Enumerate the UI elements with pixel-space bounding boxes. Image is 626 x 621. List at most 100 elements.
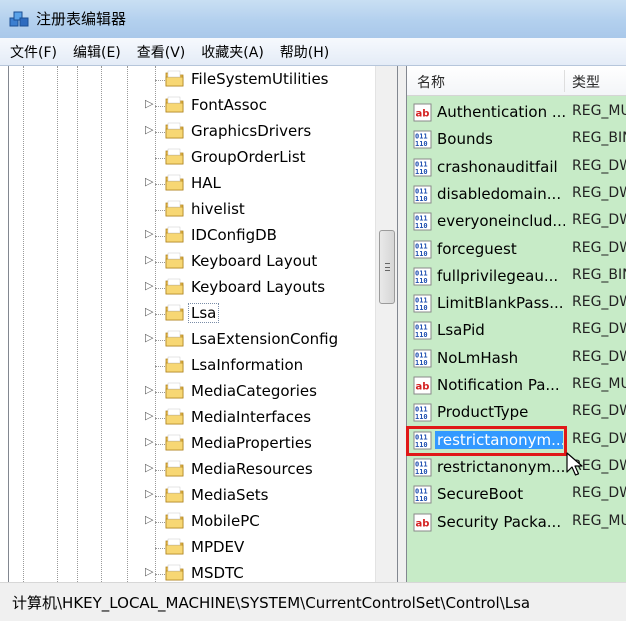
folder-icon xyxy=(165,252,184,269)
expand-arrow-icon[interactable]: ▷ xyxy=(145,305,153,318)
expand-arrow-icon[interactable]: ▷ xyxy=(145,123,153,136)
value-name: ProductType xyxy=(437,403,529,422)
tree-item[interactable]: ▷ MediaResources xyxy=(9,457,375,483)
binary-value-icon: 011110 xyxy=(413,267,432,286)
tree-item[interactable]: ▷ IDConfigDB xyxy=(9,223,375,249)
svg-text:ab: ab xyxy=(416,518,430,529)
value-row[interactable]: 011110 NoLmHash REG_DW xyxy=(407,345,626,372)
value-row[interactable]: 011110 crashonauditfail REG_DW xyxy=(407,154,626,181)
value-row[interactable]: ab Security Packa... REG_MU xyxy=(407,509,626,536)
tree-item[interactable]: hivelist xyxy=(9,197,375,223)
binary-value-icon: 011110 xyxy=(413,212,432,231)
tree-connector-line xyxy=(155,106,165,107)
value-row[interactable]: 011110 fullprivilegeau... REG_BIN xyxy=(407,263,626,290)
svg-text:110: 110 xyxy=(415,304,428,312)
tree-item[interactable]: ▷ MediaCategories xyxy=(9,379,375,405)
pane-splitter[interactable] xyxy=(398,66,406,582)
menu-view[interactable]: 查看(V) xyxy=(131,39,192,65)
binary-value-icon: 011110 xyxy=(413,321,432,340)
expand-arrow-icon[interactable]: ▷ xyxy=(145,383,153,396)
mouse-cursor-icon xyxy=(566,452,583,476)
menu-file[interactable]: 文件(F) xyxy=(4,39,63,65)
value-row[interactable]: ab Authentication ... REG_MU xyxy=(407,99,626,126)
title-bar: 注册表编辑器 xyxy=(0,0,626,38)
tree-item[interactable]: ▷ GraphicsDrivers xyxy=(9,119,375,145)
column-divider[interactable] xyxy=(564,70,565,92)
menu-help[interactable]: 帮助(H) xyxy=(274,39,335,65)
expand-arrow-icon[interactable]: ▷ xyxy=(145,97,153,110)
menu-edit[interactable]: 编辑(E) xyxy=(67,39,127,65)
scrollbar-thumb[interactable] xyxy=(379,230,395,304)
expand-arrow-icon[interactable]: ▷ xyxy=(145,409,153,422)
expand-arrow-icon[interactable]: ▷ xyxy=(145,435,153,448)
value-name: Authentication ... xyxy=(437,103,565,121)
svg-text:110: 110 xyxy=(415,331,428,339)
folder-icon xyxy=(165,408,184,425)
binary-value-icon: 011110 xyxy=(413,349,432,368)
annotation-highlight-value xyxy=(406,426,567,456)
list-header: 名称 类型 xyxy=(407,66,626,96)
tree-item[interactable]: LsaInformation xyxy=(9,353,375,379)
folder-icon xyxy=(165,564,184,581)
tree-item[interactable]: ▷ LsaExtensionConfig xyxy=(9,327,375,353)
expand-arrow-icon[interactable]: ▷ xyxy=(145,279,153,292)
tree-item-label: GroupOrderList xyxy=(191,148,306,166)
tree-item[interactable]: ▷ MediaSets xyxy=(9,483,375,509)
tree-connector-line xyxy=(155,470,165,471)
value-type: REG_DW xyxy=(572,403,626,420)
folder-icon xyxy=(165,382,184,399)
tree-item[interactable]: GroupOrderList xyxy=(9,145,375,171)
value-row[interactable]: 011110 forceguest REG_DW xyxy=(407,236,626,263)
tree-item[interactable]: ▷ MobilePC xyxy=(9,509,375,535)
value-row[interactable]: 011110 ProductType REG_DW xyxy=(407,399,626,426)
value-row[interactable]: 011110 disabledomain... REG_DW xyxy=(407,181,626,208)
expand-arrow-icon[interactable]: ▷ xyxy=(145,565,153,578)
expand-arrow-icon[interactable]: ▷ xyxy=(145,331,153,344)
value-name: LimitBlankPass... xyxy=(437,294,564,313)
value-row[interactable]: ab Notification Pa... REG_MU xyxy=(407,372,626,399)
tree-item[interactable]: ▷ Lsa xyxy=(9,301,375,327)
value-row[interactable]: 011110 SecureBoot REG_DW xyxy=(407,481,626,508)
tree-item-label: MobilePC xyxy=(191,512,260,530)
value-row[interactable]: 011110restrictanonym...REG_DW xyxy=(407,454,626,481)
tree-item-label: FontAssoc xyxy=(191,96,267,114)
menu-bar: 文件(F) 编辑(E) 查看(V) 收藏夹(A) 帮助(H) xyxy=(0,38,626,66)
tree-connector-line xyxy=(155,262,165,263)
tree-item[interactable]: ▷ Keyboard Layouts xyxy=(9,275,375,301)
value-row[interactable]: 011110 everyoneinclud... REG_DW xyxy=(407,208,626,235)
value-type: REG_DW xyxy=(572,239,626,256)
tree-item-label: MediaResources xyxy=(191,460,313,478)
value-type: REG_DW xyxy=(572,485,626,502)
tree-item[interactable]: FileSystemUtilities xyxy=(9,67,375,93)
expand-arrow-icon[interactable]: ▷ xyxy=(145,175,153,188)
value-row[interactable]: 011110 LsaPid REG_DW xyxy=(407,317,626,344)
tree-item[interactable]: ▷ MSDTC xyxy=(9,561,375,582)
expand-arrow-icon[interactable]: ▷ xyxy=(145,227,153,240)
tree-item-label: Lsa xyxy=(187,303,220,323)
value-type: REG_DW xyxy=(572,212,626,229)
value-row[interactable]: 011110 Bounds REG_BIN xyxy=(407,126,626,153)
tree-item[interactable]: MPDEV xyxy=(9,535,375,561)
value-row[interactable]: 011110 LimitBlankPass... REG_DW xyxy=(407,290,626,317)
tree-item-label: MediaCategories xyxy=(191,382,317,400)
value-type: REG_MU xyxy=(572,512,626,529)
tree-item[interactable]: ▷ MediaProperties xyxy=(9,431,375,457)
tree-item[interactable]: ▷ HAL xyxy=(9,171,375,197)
tree-item[interactable]: ▷ MediaInterfaces xyxy=(9,405,375,431)
expand-arrow-icon[interactable]: ▷ xyxy=(145,487,153,500)
expand-arrow-icon[interactable]: ▷ xyxy=(145,513,153,526)
expand-arrow-icon[interactable]: ▷ xyxy=(145,253,153,266)
tree-scrollbar[interactable] xyxy=(375,66,397,582)
tree-item[interactable]: ▷ Keyboard Layout xyxy=(9,249,375,275)
tree-item-label: Keyboard Layouts xyxy=(191,278,326,296)
menu-favorites[interactable]: 收藏夹(A) xyxy=(195,39,270,65)
column-header-type[interactable]: 类型 xyxy=(572,72,600,92)
folder-icon xyxy=(165,304,184,321)
svg-text:ab: ab xyxy=(416,109,430,120)
column-header-name[interactable]: 名称 xyxy=(417,72,445,92)
tree-item-label: MPDEV xyxy=(191,538,245,556)
binary-value-icon: 011110 xyxy=(413,240,432,258)
tree-item[interactable]: ▷ FontAssoc xyxy=(9,93,375,119)
expand-arrow-icon[interactable]: ▷ xyxy=(145,461,153,474)
key-tree-pane: FileSystemUtilities ▷ FontAssoc ▷ GraphicsDr… xyxy=(8,66,398,582)
